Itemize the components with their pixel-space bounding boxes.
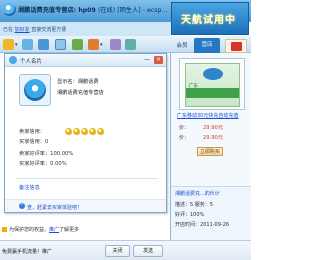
promo-price-label: 价：: [179, 135, 190, 141]
display-name-row: 显示名：湘鹏话费: [57, 78, 99, 85]
add-friend-link[interactable]: 加好友: [15, 27, 30, 33]
red-gift-icon: [231, 42, 242, 51]
shop-stats: 好评：100%: [175, 212, 205, 218]
more-icon[interactable]: [125, 39, 136, 50]
smiley-icon[interactable]: [3, 39, 14, 50]
title-stranger-tag[interactable]: [陌生人]: [117, 7, 140, 14]
window-title: 湘鹏话费充值专营店: hp09 (在线) [陌生人] - ecsp...: [18, 5, 167, 14]
send-button[interactable]: 发送: [133, 245, 163, 257]
aliwangwang-logo-icon: [3, 3, 16, 16]
shop-credit: 描述：5 服务：5: [175, 202, 213, 208]
product-title-link[interactable]: 广东移动30元快充自动充值: [177, 112, 249, 119]
tab-shop[interactable]: 营店: [194, 38, 220, 53]
promo-banner-text: 天航试用中: [181, 15, 236, 26]
help-icon[interactable]: ?: [19, 203, 25, 209]
card-icon: [9, 56, 17, 64]
card-title: 个人名片: [20, 59, 43, 65]
tab-member[interactable]: 会员: [171, 39, 193, 53]
close-chat-button[interactable]: 关闭: [105, 245, 130, 257]
crown-icon: [97, 128, 104, 135]
buyer-credit-row: 买家信用：0: [19, 138, 48, 145]
divider: [15, 178, 158, 179]
screenshot-icon[interactable]: [72, 39, 83, 50]
seller-credit-badges: [65, 128, 105, 135]
price-value: 29.90元: [203, 125, 224, 131]
warning-link[interactable]: 推广: [49, 227, 59, 233]
card-footer: ? 查，赶紧去买家体验吧！: [5, 199, 166, 212]
buyer-credit-label: 买家信用：: [19, 139, 45, 145]
shop-open-date: 2011-09-26: [200, 222, 230, 228]
shop-open-row: 开店时间：2011-09-26: [175, 221, 229, 228]
crown-icon: [65, 128, 72, 135]
china-mobile-logo-icon: [203, 68, 223, 80]
avatar-image: [24, 79, 46, 101]
shop-info-name[interactable]: 湘鹏话费充...的伙计: [175, 190, 220, 197]
friend-hint-row: 已在 加好友 直接交流更方便: [0, 22, 171, 36]
remark-label[interactable]: 备注信息: [19, 184, 40, 191]
buyer-good-rate-label: 买家好评率：: [19, 161, 51, 167]
shop-open-label: 开店时间：: [175, 222, 201, 228]
title-extra: - ecsp...: [142, 7, 168, 14]
toolbar: ▾ ▾ 会员 营店: [0, 36, 251, 53]
display-name-label: 显示名：: [57, 79, 78, 85]
right-shop-panel: 广东 广东移动30元快充自动充值 价： 29.90元 价： 29.90元 立即购…: [171, 53, 251, 240]
chevron-down-icon[interactable]: ▾: [15, 42, 18, 48]
friend-hint: 已在 加好友 直接交流更方便: [3, 26, 66, 33]
product-image: 广东: [185, 63, 240, 107]
seller-good-rate-row: 卖家好评率：100.00%: [19, 150, 73, 157]
crown-icon: [81, 128, 88, 135]
seller-good-rate-value: 100.00%: [50, 151, 74, 157]
file-transfer-icon[interactable]: [55, 39, 66, 50]
shop-info-section: 湘鹏话费充...的伙计 描述：5 服务：5 好评：100% 开店时间：2011-…: [171, 186, 251, 240]
buy-now-button[interactable]: 立即购买: [197, 147, 223, 156]
warning-icon: [2, 227, 7, 232]
warning-suffix: 了解更多: [59, 227, 80, 233]
friend-hint-prefix: 已在: [3, 27, 14, 33]
buyer-good-rate-row: 买家好评率：0.00%: [19, 160, 67, 167]
personal-card-dialog: 个人名片 — × 显示名：湘鹏话费 湘鹏话费充值专营店 卖家信用： 买家信用：0…: [4, 53, 167, 213]
display-name-value: 湘鹏话费: [77, 79, 99, 85]
promo-banner[interactable]: 天航试用中: [171, 2, 249, 35]
security-warning: 为保护您的权益，推广了解更多: [2, 226, 79, 233]
minimize-button[interactable]: —: [143, 56, 151, 64]
price-label: 价：: [179, 125, 190, 131]
product-band: [186, 88, 239, 98]
history-icon[interactable]: [110, 39, 121, 50]
crown-icon: [89, 128, 96, 135]
bottom-bar: 免费赢手机流量！推广 关闭 发送: [0, 240, 251, 260]
buyer-good-rate-value: 0.00%: [50, 161, 67, 167]
buyer-credit-value: 0: [44, 139, 49, 145]
shop-name: 湘鹏话费充值专营店: [57, 90, 104, 96]
card-title-bar[interactable]: 个人名片 — ×: [5, 54, 166, 67]
close-button[interactable]: ×: [154, 56, 163, 64]
seller-good-rate-label: 卖家好评率：: [19, 151, 51, 157]
video-icon[interactable]: [38, 39, 49, 50]
avatar[interactable]: [19, 74, 51, 106]
crown-icon: [73, 128, 80, 135]
buyer-experience-link[interactable]: 查，赶紧去买家体验吧！: [27, 204, 82, 211]
promo-price-value: 29.90元: [203, 135, 224, 141]
friend-hint-suffix: 直接交流更方便: [31, 27, 67, 33]
title-shop-name: 湘鹏话费充值专营店:: [18, 7, 77, 14]
shop-icon[interactable]: [88, 39, 99, 50]
warning-prefix: 为保护您的权益，: [9, 227, 50, 233]
product-thumbnail[interactable]: 广东: [179, 58, 245, 110]
free-traffic-promo[interactable]: 免费赢手机流量！推广: [2, 248, 52, 255]
title-status: (在线): [97, 7, 116, 14]
tab-ad[interactable]: [225, 39, 247, 53]
chevron-down-icon[interactable]: ▾: [100, 42, 103, 48]
seller-credit-label: 卖家信用：: [19, 129, 45, 135]
contact-card-icon[interactable]: [22, 39, 33, 50]
title-contact: hp09: [78, 7, 96, 14]
